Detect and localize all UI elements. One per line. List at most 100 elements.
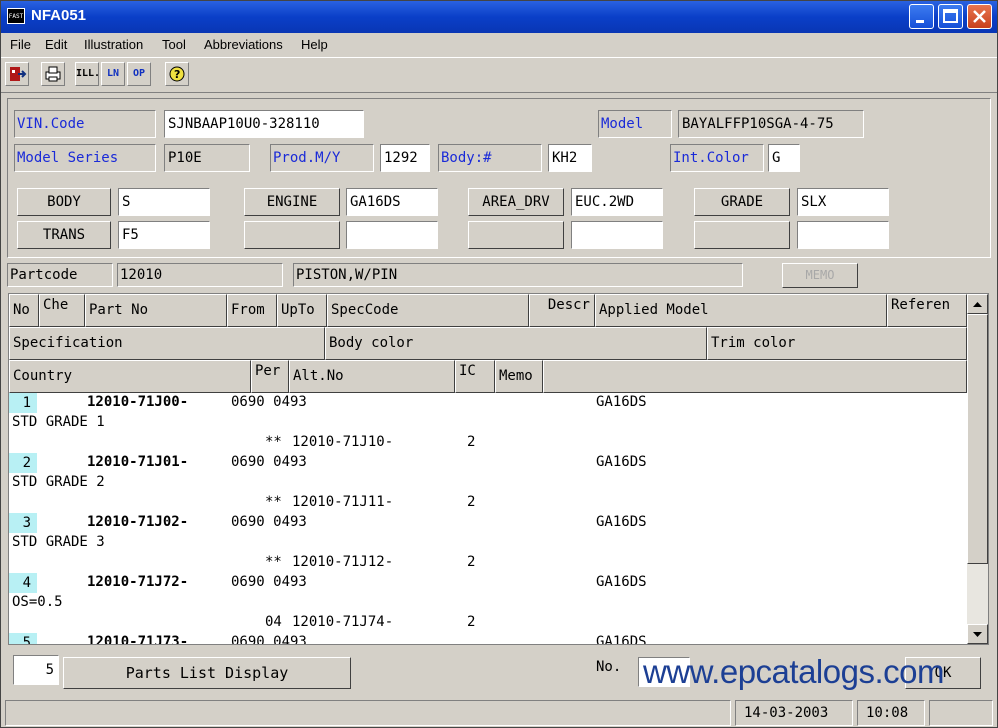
grid-header: No Che Part No From UpTo SpecCode Descr … — [9, 294, 967, 393]
blank-field-2[interactable] — [571, 221, 663, 249]
applied-model: GA16DS — [596, 454, 647, 470]
blank-button-1[interactable] — [244, 221, 340, 249]
menu-tool[interactable]: Tool — [162, 37, 186, 52]
table-row[interactable]: ** 12010-71J11- 2 — [9, 493, 967, 513]
col-memo[interactable]: Memo — [495, 360, 543, 393]
country-per: 04 — [265, 614, 282, 630]
window-title: NFA051 — [31, 7, 87, 24]
alt-number: 12010-71J11- — [292, 494, 394, 510]
col-country[interactable]: Country — [9, 360, 251, 393]
menu-file[interactable]: File — [10, 37, 31, 52]
table-row[interactable]: STD GRADE 3 — [9, 533, 967, 553]
table-row[interactable]: ** 12010-71J10- 2 — [9, 433, 967, 453]
title-bar[interactable]: FAST NFA051 — [1, 1, 997, 33]
scroll-up-button[interactable] — [967, 294, 988, 314]
trans-button[interactable]: TRANS — [17, 221, 111, 249]
col-ic[interactable]: IC — [455, 360, 495, 393]
col-upto[interactable]: UpTo — [277, 294, 327, 327]
illustration-tool-button[interactable]: ILL. — [75, 62, 100, 86]
col-blank — [543, 360, 967, 393]
trans-field[interactable]: F5 — [118, 221, 210, 249]
grade-button[interactable]: GRADE — [694, 188, 790, 216]
country-per: ** — [265, 494, 282, 510]
menu-help[interactable]: Help — [301, 37, 328, 52]
body-button[interactable]: BODY — [17, 188, 111, 216]
part-name-field[interactable]: PISTON,W/PIN — [293, 263, 743, 287]
body-field[interactable]: S — [118, 188, 210, 216]
exit-tool-button[interactable] — [5, 62, 29, 86]
scroll-down-button[interactable] — [967, 624, 988, 644]
table-row[interactable]: 3 12010-71J02- 0690 0493 GA16DS — [9, 513, 967, 533]
table-row[interactable]: STD GRADE 2 — [9, 473, 967, 493]
engine-button[interactable]: ENGINE — [244, 188, 340, 216]
table-row[interactable]: STD GRADE 1 — [9, 413, 967, 433]
scroll-thumb[interactable] — [967, 314, 988, 564]
line-tool-button[interactable]: LN — [101, 62, 125, 86]
area-drv-button[interactable]: AREA_DRV — [468, 188, 564, 216]
prod-my-field[interactable]: 1292 — [380, 144, 430, 172]
vertical-scrollbar[interactable] — [967, 294, 988, 644]
from-upto: 0690 0493 — [231, 454, 307, 470]
blank-button-3[interactable] — [694, 221, 790, 249]
exit-icon — [10, 67, 27, 81]
col-che[interactable]: Che — [39, 294, 85, 327]
from-upto: 0690 0493 — [231, 394, 307, 410]
row-number: 5 — [9, 633, 37, 644]
count-field[interactable]: 5 — [13, 655, 59, 685]
parts-list-display-button[interactable]: Parts List Display — [63, 657, 351, 689]
col-body-color[interactable]: Body color — [325, 327, 707, 360]
arrow-down-icon — [973, 632, 982, 637]
area-drv-field[interactable]: EUC.2WD — [571, 188, 663, 216]
grade-field[interactable]: SLX — [797, 188, 889, 216]
table-row[interactable]: OS=0.5 — [9, 593, 967, 613]
specification: STD GRADE 3 — [12, 534, 105, 550]
blank-field-1[interactable] — [346, 221, 438, 249]
option-tool-button[interactable]: OP — [127, 62, 151, 86]
maximize-button[interactable] — [938, 4, 963, 29]
close-button[interactable] — [967, 4, 992, 29]
parts-grid: No Che Part No From UpTo SpecCode Descr … — [8, 293, 989, 645]
table-row[interactable]: 4 12010-71J72- 0690 0493 GA16DS — [9, 573, 967, 593]
col-alt-no[interactable]: Alt.No — [289, 360, 455, 393]
col-speccode[interactable]: SpecCode — [327, 294, 529, 327]
table-row[interactable]: 5 12010-71J73- 0690 0493 GA16DS — [9, 633, 967, 644]
blank-button-2[interactable] — [468, 221, 564, 249]
toolbar: ILL. LN OP ? — [1, 57, 997, 93]
table-row[interactable]: ** 12010-71J12- 2 — [9, 553, 967, 573]
row-number: 4 — [9, 573, 37, 593]
menu-illustration[interactable]: Illustration — [84, 37, 143, 52]
memo-button[interactable]: MEMO — [782, 263, 858, 288]
alt-number: 12010-71J12- — [292, 554, 394, 570]
app-window: FAST NFA051 File Edit Illustration Tool … — [0, 0, 998, 728]
vin-field[interactable]: SJNBAAP10U0-328110 — [164, 110, 364, 138]
menu-edit[interactable]: Edit — [45, 37, 67, 52]
minimize-button[interactable] — [909, 4, 934, 29]
col-specification[interactable]: Specification — [9, 327, 325, 360]
close-icon — [973, 10, 986, 23]
col-referen[interactable]: Referen — [887, 294, 967, 327]
body-number-label: Body:# — [438, 144, 542, 172]
print-tool-button[interactable] — [41, 62, 65, 86]
partcode-field[interactable]: 12010 — [117, 263, 283, 287]
col-from[interactable]: From — [227, 294, 277, 327]
body-number-field[interactable]: KH2 — [548, 144, 592, 172]
col-no[interactable]: No — [9, 294, 39, 327]
col-per[interactable]: Per — [251, 360, 289, 393]
table-row[interactable]: 1 12010-71J00- 0690 0493 GA16DS — [9, 393, 967, 413]
table-row[interactable]: 04 12010-71J74- 2 — [9, 613, 967, 633]
blank-field-3[interactable] — [797, 221, 889, 249]
table-row[interactable]: 2 12010-71J01- 0690 0493 GA16DS — [9, 453, 967, 473]
country-per: ** — [265, 554, 282, 570]
model-series-field[interactable]: P10E — [164, 144, 250, 172]
engine-field[interactable]: GA16DS — [346, 188, 438, 216]
col-part-no[interactable]: Part No — [85, 294, 227, 327]
help-tool-button[interactable]: ? — [165, 62, 189, 86]
menu-abbreviations[interactable]: Abbreviations — [204, 37, 283, 52]
col-descr[interactable]: Descr — [529, 294, 595, 327]
part-number: 12010-71J01- — [87, 454, 189, 470]
model-field[interactable]: BAYALFFP10SGA-4-75 — [678, 110, 864, 138]
col-applied-model[interactable]: Applied Model — [595, 294, 887, 327]
model-label: Model — [598, 110, 672, 138]
int-color-field[interactable]: G — [768, 144, 800, 172]
col-trim-color[interactable]: Trim color — [707, 327, 967, 360]
